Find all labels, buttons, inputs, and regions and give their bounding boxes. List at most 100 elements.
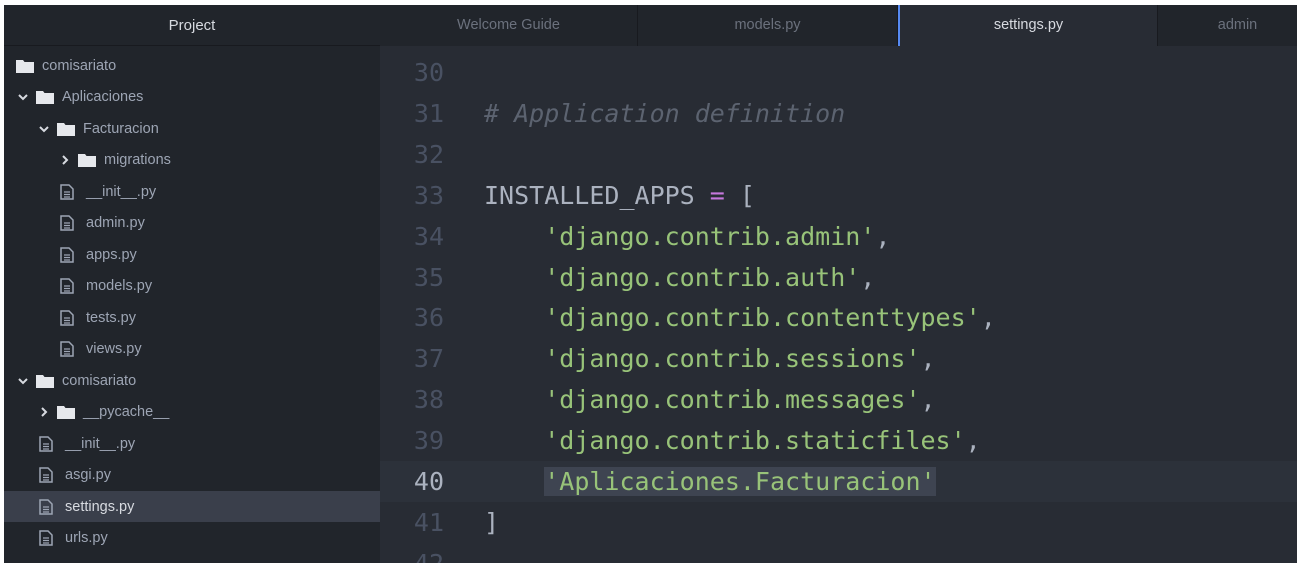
tree-item-label: urls.py (65, 530, 108, 546)
code-token: , (980, 303, 996, 333)
tree-file[interactable]: tests.py (4, 302, 380, 333)
tab-settings-py[interactable]: settings.py (898, 5, 1158, 46)
tree-folder[interactable]: migrations (4, 145, 380, 176)
file-icon (39, 530, 53, 546)
code-line[interactable]: 37 'django.contrib.sessions', (380, 338, 1297, 379)
line-number: 31 (413, 98, 444, 128)
file-icon (60, 278, 74, 294)
code-line[interactable]: 32 (380, 134, 1297, 175)
tree-item-label: migrations (104, 152, 171, 168)
folder-icon (36, 90, 54, 104)
code-content: 'django.contrib.contenttypes', (484, 297, 996, 338)
code-line[interactable]: 38 'django.contrib.messages', (380, 379, 1297, 420)
selected-text: 'Aplicaciones.Facturacion' (544, 467, 936, 496)
tab-admin[interactable]: admin (1158, 5, 1297, 46)
code-content: ] (484, 502, 499, 543)
code-content: INSTALLED_APPS = [ (484, 175, 755, 216)
code-token: 'django.contrib.auth' (544, 262, 861, 292)
code-token: = (709, 180, 725, 210)
tree-item-label: tests.py (86, 309, 136, 326)
line-number: 37 (413, 344, 444, 374)
tree-file[interactable]: asgi.py (4, 460, 380, 491)
project-tree-panel: Project comisariato Aplicaciones Facturaci… (4, 5, 380, 563)
tree-item-label: __init__.py (86, 183, 157, 200)
tree-folder[interactable]: Facturacion (4, 113, 380, 144)
file-icon (60, 309, 74, 326)
code-content: 'django.contrib.sessions', (484, 338, 936, 379)
code-token: , (920, 344, 936, 374)
code-token: ] (484, 507, 500, 537)
file-icon (60, 246, 74, 263)
code-token: , (920, 385, 936, 415)
file-icon (60, 183, 74, 200)
chevron-down-icon[interactable] (37, 122, 51, 136)
tab-welcome-guide[interactable]: Welcome Guide (380, 5, 638, 46)
line-number: 42 (380, 543, 444, 563)
code-editor[interactable]: 30 31 # Application definition 32 33 INSTALLE… (380, 46, 1297, 563)
code-token: INSTALLED_APPS (484, 180, 710, 210)
code-line[interactable]: 34 'django.contrib.admin', (380, 216, 1297, 257)
folder-icon (16, 59, 34, 73)
code-token: , (860, 262, 876, 292)
code-line[interactable]: 42 (380, 543, 1297, 563)
file-icon (60, 215, 74, 231)
code-line[interactable]: 39 'django.contrib.staticfiles', (380, 420, 1297, 461)
tree-folder[interactable]: Aplicaciones (4, 82, 380, 113)
code-line[interactable]: 40 'Aplicaciones.Facturacion' (380, 461, 1297, 502)
code-content: # Application definition (484, 93, 845, 134)
tree-folder[interactable]: __pycache__ (4, 397, 380, 428)
file-icon (39, 467, 53, 483)
project-panel-title: Project (4, 5, 380, 46)
chevron-right-icon[interactable] (58, 153, 72, 167)
line-number: 34 (413, 221, 444, 251)
tree-file[interactable]: __init__.py (4, 176, 380, 207)
chevron-down-icon[interactable] (16, 374, 30, 388)
chevron-down-icon[interactable] (16, 90, 30, 104)
code-line[interactable]: 31 # Application definition (380, 93, 1297, 134)
tree-item-label: Aplicaciones (62, 89, 144, 105)
tree-file[interactable]: __init__.py (4, 428, 380, 459)
chevron-right-icon[interactable] (37, 405, 51, 419)
tree-file[interactable]: models.py (4, 271, 380, 302)
folder-icon (36, 374, 54, 388)
code-token: [ (724, 180, 755, 210)
line-number: 41 (413, 507, 444, 537)
line-number: 38 (413, 385, 444, 415)
code-token: 'django.contrib.staticfiles' (544, 426, 966, 456)
tab-models-py[interactable]: models.py (638, 5, 898, 46)
line-number: 39 (413, 426, 444, 456)
tree-file[interactable]: urls.py (4, 523, 380, 554)
line-number: 40 (413, 467, 444, 496)
code-token: 'django.contrib.admin' (544, 221, 876, 251)
tree-item-label: comisariato (62, 372, 137, 389)
line-number: 32 (413, 139, 444, 169)
tree-folder[interactable]: comisariato (4, 365, 380, 396)
tree-item-label: admin.py (86, 215, 145, 231)
code-line[interactable]: 36 'django.contrib.contenttypes', (380, 297, 1297, 338)
folder-icon (57, 122, 75, 136)
tree-file[interactable]: apps.py (4, 239, 380, 270)
code-line[interactable]: 35 'django.contrib.auth', (380, 257, 1297, 298)
tree-item-label: views.py (86, 341, 142, 357)
code-line[interactable]: 41] (380, 502, 1297, 543)
code-line[interactable]: 33 INSTALLED_APPS = [ (380, 175, 1297, 216)
tree-item-label: Facturacion (83, 120, 159, 137)
tree-item-label: __init__.py (65, 435, 136, 452)
code-token: 'django.contrib.messages' (544, 385, 921, 415)
tab-bar: Welcome Guide models.py settings.py admin (380, 5, 1297, 46)
tree-file[interactable]: views.py (4, 334, 380, 365)
code-line[interactable]: 30 (380, 52, 1297, 93)
file-icon (60, 341, 74, 357)
code-token: 'django.contrib.contenttypes' (544, 303, 981, 333)
code-content: 'django.contrib.messages', (484, 379, 936, 420)
tree-folder[interactable]: comisariato (4, 50, 380, 81)
tree-file[interactable]: admin.py (4, 208, 380, 239)
tree-file[interactable]: settings.py (4, 491, 380, 522)
tree-item-label: apps.py (86, 246, 137, 263)
